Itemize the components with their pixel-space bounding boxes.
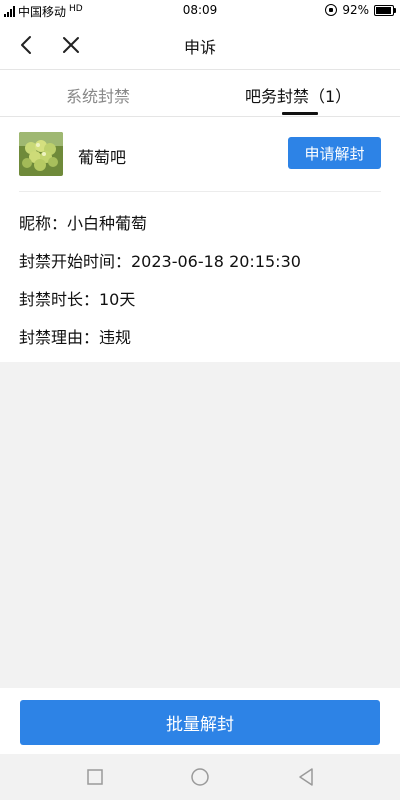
- circle-icon[interactable]: [190, 767, 210, 787]
- nickname-row: 昵称：小白种葡萄: [19, 214, 148, 233]
- tab-forum-ban[interactable]: 吧务封禁（1）: [245, 83, 351, 107]
- battery-fill: [376, 6, 391, 14]
- system-nav-bar: [0, 754, 400, 800]
- battery-percent: 92%: [342, 3, 369, 17]
- forum-avatar: [19, 132, 63, 176]
- square-icon[interactable]: [85, 767, 105, 787]
- batch-unban-button[interactable]: 批量解封: [20, 700, 380, 745]
- status-right: 92%: [325, 3, 396, 17]
- triangle-back-icon[interactable]: [296, 767, 316, 787]
- bottom-action-bar: 批量解封: [0, 688, 400, 754]
- nav-bar: 申诉: [0, 22, 400, 70]
- tab-system-ban[interactable]: 系统封禁: [66, 83, 130, 107]
- ban-record-card: 葡萄吧 申请解封 昵称：小白种葡萄 封禁开始时间：2023-06-18 20:1…: [0, 117, 400, 362]
- ban-type-tabs: 系统封禁 吧务封禁（1）: [0, 70, 400, 117]
- forum-name[interactable]: 葡萄吧: [78, 144, 126, 168]
- appeal-screen: 中国移动 HD 08:09 92% 申诉 系统封禁 吧务封禁（1） 葡萄吧 申请…: [0, 0, 400, 800]
- card-divider: [19, 191, 381, 192]
- apply-unban-button[interactable]: 申请解封: [288, 137, 381, 169]
- rotation-lock-icon: [325, 4, 338, 16]
- status-bar: 中国移动 HD 08:09 92%: [0, 0, 400, 22]
- grape-image-icon: [19, 132, 63, 176]
- battery-icon: [374, 4, 396, 16]
- ban-duration-row: 封禁时长：10天: [19, 290, 136, 309]
- page-title: 申诉: [183, 38, 216, 57]
- ban-reason-row: 封禁理由：违规: [19, 328, 132, 347]
- active-tab-indicator: [282, 112, 318, 115]
- ban-start-time-row: 封禁开始时间：2023-06-18 20:15:30: [19, 252, 301, 271]
